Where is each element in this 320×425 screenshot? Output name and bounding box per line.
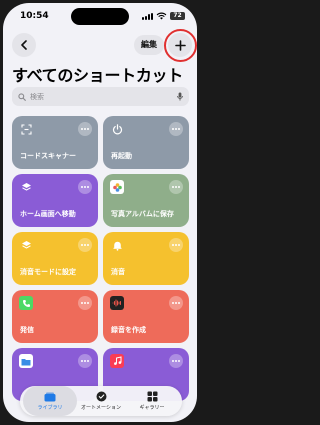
bell-icon <box>111 239 123 251</box>
gallery-icon <box>147 391 157 402</box>
layers-icon <box>20 239 32 251</box>
more-options-button[interactable] <box>169 296 183 310</box>
wifi-icon <box>156 12 167 20</box>
more-options-button[interactable] <box>78 238 92 252</box>
shortcut-card-code-scanner[interactable]: コードスキャナー <box>12 116 98 169</box>
signal-icon <box>142 12 153 20</box>
shortcut-label: 録音を作成 <box>111 326 146 334</box>
more-options-button[interactable] <box>169 354 183 368</box>
tab-label: オートメーション <box>81 405 121 411</box>
files-icon <box>19 354 33 368</box>
search-icon <box>18 92 26 101</box>
tab-label: ライブラリ <box>37 404 63 411</box>
status-time: 10:54 <box>20 11 49 21</box>
more-options-button[interactable] <box>169 238 183 252</box>
shortcut-card-mute[interactable]: 消音 <box>103 232 189 285</box>
battery-icon: 72 <box>170 12 185 20</box>
shortcut-card-record-audio[interactable]: 録音を作成 <box>103 290 189 343</box>
shortcut-label: 消音モードに設定 <box>20 268 76 276</box>
tab-automation[interactable]: オートメーション <box>74 386 128 416</box>
plus-icon <box>174 39 186 51</box>
microphone-icon[interactable] <box>177 92 183 101</box>
search-field[interactable]: 検索 <box>12 87 189 106</box>
shortcut-card-home-screen[interactable]: ホーム画面へ移動 <box>12 174 98 227</box>
more-options-button[interactable] <box>78 180 92 194</box>
phone-icon <box>19 296 33 310</box>
tab-gallery[interactable]: ギャラリー <box>125 386 179 416</box>
tab-label: ギャラリー <box>139 405 165 411</box>
more-options-button[interactable] <box>169 122 183 136</box>
shortcut-label: 写真アルバムに保存 <box>111 210 174 218</box>
more-options-button[interactable] <box>78 354 92 368</box>
shortcut-card-restart[interactable]: 再起動 <box>103 116 189 169</box>
chevron-left-icon <box>21 40 27 50</box>
dynamic-island <box>71 8 129 25</box>
back-button[interactable] <box>12 33 36 57</box>
status-bar: 10:54 72 <box>3 3 197 29</box>
layers-icon <box>20 181 32 193</box>
shortcut-card-silent-mode[interactable]: 消音モードに設定 <box>12 232 98 285</box>
phone-screen: 10:54 72 編集 すべてのショートカット 検索 コードスキャナー 再起動 <box>3 3 197 422</box>
more-options-button[interactable] <box>78 122 92 136</box>
shortcut-card-save-to-album[interactable]: 写真アルバムに保存 <box>103 174 189 227</box>
library-icon <box>44 392 56 401</box>
more-options-button[interactable] <box>78 296 92 310</box>
edit-button[interactable]: 編集 <box>134 35 164 55</box>
page-title: すべてのショートカット <box>12 66 183 85</box>
music-icon <box>110 354 124 368</box>
voice-memo-icon <box>110 296 124 310</box>
automation-icon <box>96 391 106 402</box>
status-icons: 72 <box>142 12 185 20</box>
tab-library[interactable]: ライブラリ <box>23 386 77 416</box>
power-icon <box>111 123 123 135</box>
photos-icon <box>110 180 124 194</box>
shortcut-label: 消音 <box>111 268 125 276</box>
code-scanner-icon <box>20 123 32 135</box>
shortcut-label: ホーム画面へ移動 <box>20 210 76 218</box>
add-shortcut-button[interactable] <box>168 33 192 57</box>
shortcut-label: 再起動 <box>111 152 132 160</box>
tab-bar: ライブラリ オートメーション ギャラリー <box>20 386 182 416</box>
more-options-button[interactable] <box>169 180 183 194</box>
shortcut-card-call[interactable]: 発信 <box>12 290 98 343</box>
shortcut-label: コードスキャナー <box>20 152 76 160</box>
search-placeholder: 検索 <box>30 92 44 101</box>
shortcut-label: 発信 <box>20 326 34 334</box>
